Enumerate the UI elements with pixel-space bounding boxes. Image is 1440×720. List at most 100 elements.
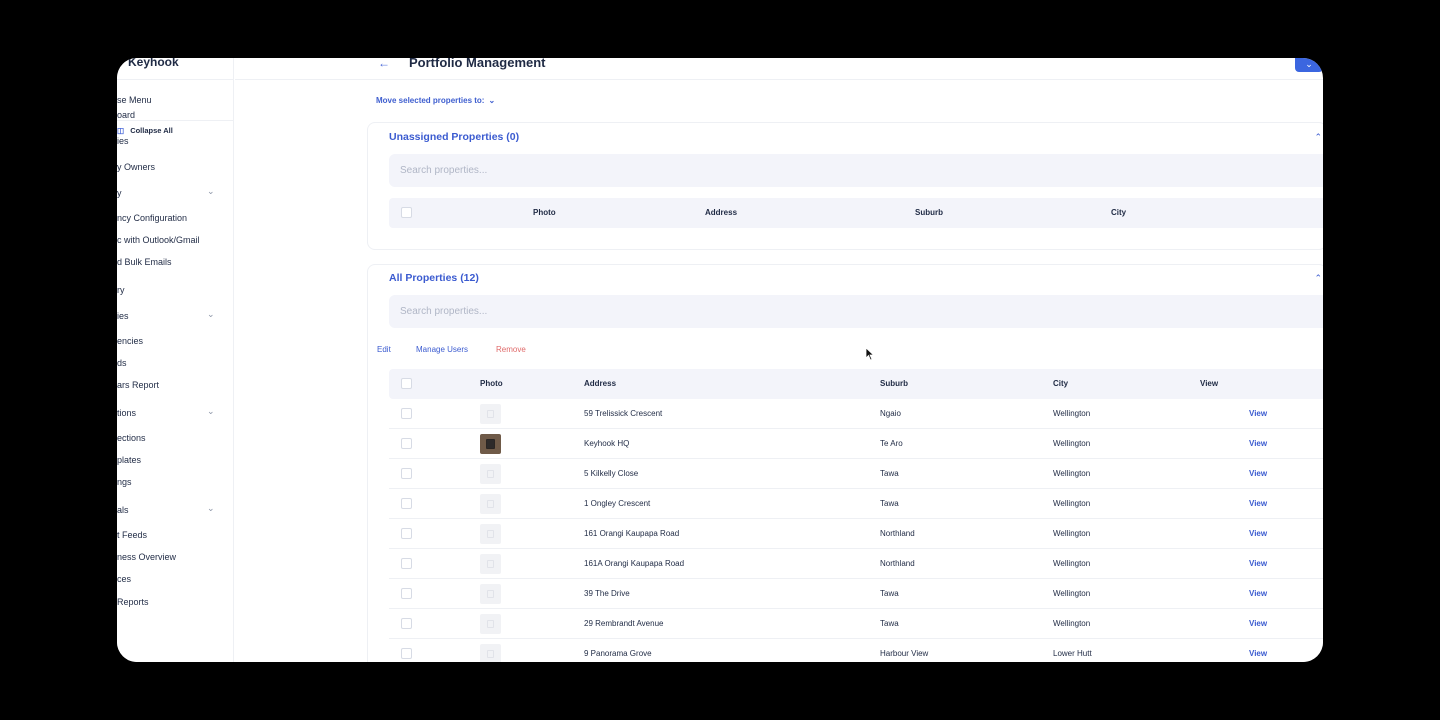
- sidebar-item[interactable]: oard: [117, 110, 135, 120]
- all-properties-search[interactable]: [389, 295, 1323, 328]
- sidebar-item[interactable]: ces: [117, 574, 131, 584]
- sidebar-item-label: c with Outlook/Gmail: [117, 235, 200, 245]
- sidebar-item-label: d Bulk Emails: [117, 257, 172, 267]
- row-checkbox[interactable]: [401, 468, 412, 479]
- sidebar-item[interactable]: t Feeds: [117, 530, 147, 540]
- view-link[interactable]: View: [1249, 469, 1267, 478]
- chevron-up-icon[interactable]: ⌃: [1314, 273, 1322, 284]
- main-content: ← Portfolio Management ⌄ Move selected p…: [235, 58, 1323, 662]
- sidebar-item[interactable]: encies: [117, 336, 143, 346]
- brand: Keyhook: [117, 58, 234, 80]
- chevron-down-icon[interactable]: ⌄: [207, 406, 215, 416]
- sidebar-item[interactable]: ngs: [117, 477, 132, 487]
- column-photo: Photo: [480, 379, 503, 388]
- cell-city: Wellington: [1053, 589, 1091, 598]
- move-selected-label: Move selected properties to:: [376, 96, 485, 105]
- image-icon: [487, 560, 494, 568]
- sidebar-item[interactable]: ncy Configuration: [117, 213, 187, 223]
- sidebar-item[interactable]: als: [117, 505, 129, 515]
- cell-address: 1 Ongley Crescent: [584, 499, 651, 508]
- sidebar-item[interactable]: ars Report: [117, 380, 159, 390]
- manage-users-button[interactable]: Manage Users: [416, 345, 468, 354]
- sidebar-item[interactable]: Reports: [117, 597, 149, 607]
- chevron-down-icon[interactable]: ⌄: [207, 503, 215, 513]
- sidebar-item[interactable]: y Owners: [117, 162, 155, 172]
- all-properties-table-header: Photo Address Suburb City View: [389, 369, 1323, 399]
- row-checkbox[interactable]: [401, 408, 412, 419]
- view-link[interactable]: View: [1249, 439, 1267, 448]
- sidebar-item[interactable]: ections: [117, 433, 146, 443]
- view-link[interactable]: View: [1249, 649, 1267, 658]
- table-row: 5 Kilkelly Close Tawa Wellington View: [389, 459, 1323, 489]
- sidebar-item[interactable]: d Bulk Emails: [117, 257, 172, 267]
- sidebar-item[interactable]: ry: [117, 285, 125, 295]
- column-address: Address: [705, 208, 738, 217]
- view-link[interactable]: View: [1249, 589, 1267, 598]
- cell-city: Wellington: [1053, 499, 1091, 508]
- sidebar-item[interactable]: ies: [117, 136, 129, 146]
- view-link[interactable]: View: [1249, 619, 1267, 628]
- sidebar-item[interactable]: ies: [117, 311, 129, 321]
- cell-suburb: Harbour View: [880, 649, 929, 658]
- row-checkbox[interactable]: [401, 528, 412, 539]
- sidebar-item-label: plates: [117, 455, 142, 465]
- cell-city: Wellington: [1053, 439, 1091, 448]
- chevron-down-icon: ⌄: [488, 96, 496, 105]
- select-all-checkbox[interactable]: [401, 207, 412, 218]
- unassigned-title[interactable]: Unassigned Properties (0): [389, 131, 519, 143]
- sidebar-item[interactable]: plates: [117, 455, 141, 465]
- photo-placeholder-icon: [480, 554, 501, 574]
- collapse-all-button[interactable]: ◫ Collapse All: [117, 126, 173, 135]
- view-link[interactable]: View: [1249, 499, 1267, 508]
- row-checkbox[interactable]: [401, 648, 412, 659]
- chevron-down-icon[interactable]: ⌄: [207, 186, 215, 196]
- image-icon: [486, 439, 495, 449]
- sidebar-divider: [117, 120, 234, 121]
- view-link[interactable]: View: [1249, 529, 1267, 538]
- image-icon: [487, 500, 494, 508]
- column-city: City: [1111, 208, 1127, 217]
- unassigned-search-input[interactable]: [389, 154, 1323, 187]
- unassigned-search[interactable]: [389, 154, 1323, 187]
- select-all-checkbox[interactable]: [401, 378, 412, 389]
- sidebar-item[interactable]: c with Outlook/Gmail: [117, 235, 200, 245]
- brand-name: Keyhook: [128, 58, 179, 69]
- top-action-button[interactable]: ⌄: [1295, 58, 1323, 72]
- all-properties-search-input[interactable]: [389, 295, 1323, 328]
- edit-button[interactable]: Edit: [377, 345, 391, 354]
- view-link[interactable]: View: [1249, 409, 1267, 418]
- sidebar-item[interactable]: y: [117, 188, 122, 198]
- view-link[interactable]: View: [1249, 559, 1267, 568]
- all-properties-title[interactable]: All Properties (12): [389, 272, 479, 284]
- cell-city: Wellington: [1053, 559, 1091, 568]
- arrow-left-icon[interactable]: ←: [378, 58, 390, 70]
- row-checkbox[interactable]: [401, 588, 412, 599]
- cell-city: Wellington: [1053, 529, 1091, 538]
- row-checkbox[interactable]: [401, 558, 412, 569]
- cell-suburb: Northland: [880, 559, 915, 568]
- image-icon: [487, 470, 494, 478]
- column-city: City: [1053, 379, 1069, 388]
- chevron-up-icon[interactable]: ⌃: [1314, 132, 1322, 143]
- cell-city: Wellington: [1053, 619, 1091, 628]
- photo-placeholder-icon: [480, 404, 501, 424]
- sidebar-item[interactable]: ness Overview: [117, 552, 176, 562]
- collapse-menu-button[interactable]: se Menu: [117, 95, 152, 105]
- cell-address: 59 Trelissick Crescent: [584, 409, 663, 418]
- remove-button[interactable]: Remove: [496, 345, 526, 354]
- photo-placeholder-icon: [480, 494, 501, 514]
- collapse-all-icon: ◫: [117, 126, 125, 135]
- sidebar-item-label: ness Overview: [117, 552, 177, 562]
- chevron-down-icon[interactable]: ⌄: [207, 309, 215, 319]
- move-selected-dropdown[interactable]: Move selected properties to: ⌄: [376, 96, 495, 105]
- row-checkbox[interactable]: [401, 438, 412, 449]
- cell-city: Wellington: [1053, 409, 1091, 418]
- row-checkbox[interactable]: [401, 618, 412, 629]
- sidebar-item[interactable]: tions: [117, 408, 136, 418]
- sidebar-item-label: ds: [117, 358, 127, 368]
- cell-suburb: Tawa: [880, 589, 899, 598]
- row-checkbox[interactable]: [401, 498, 412, 509]
- sidebar-item[interactable]: ds: [117, 358, 127, 368]
- property-photo: [480, 434, 501, 454]
- cell-city: Wellington: [1053, 469, 1091, 478]
